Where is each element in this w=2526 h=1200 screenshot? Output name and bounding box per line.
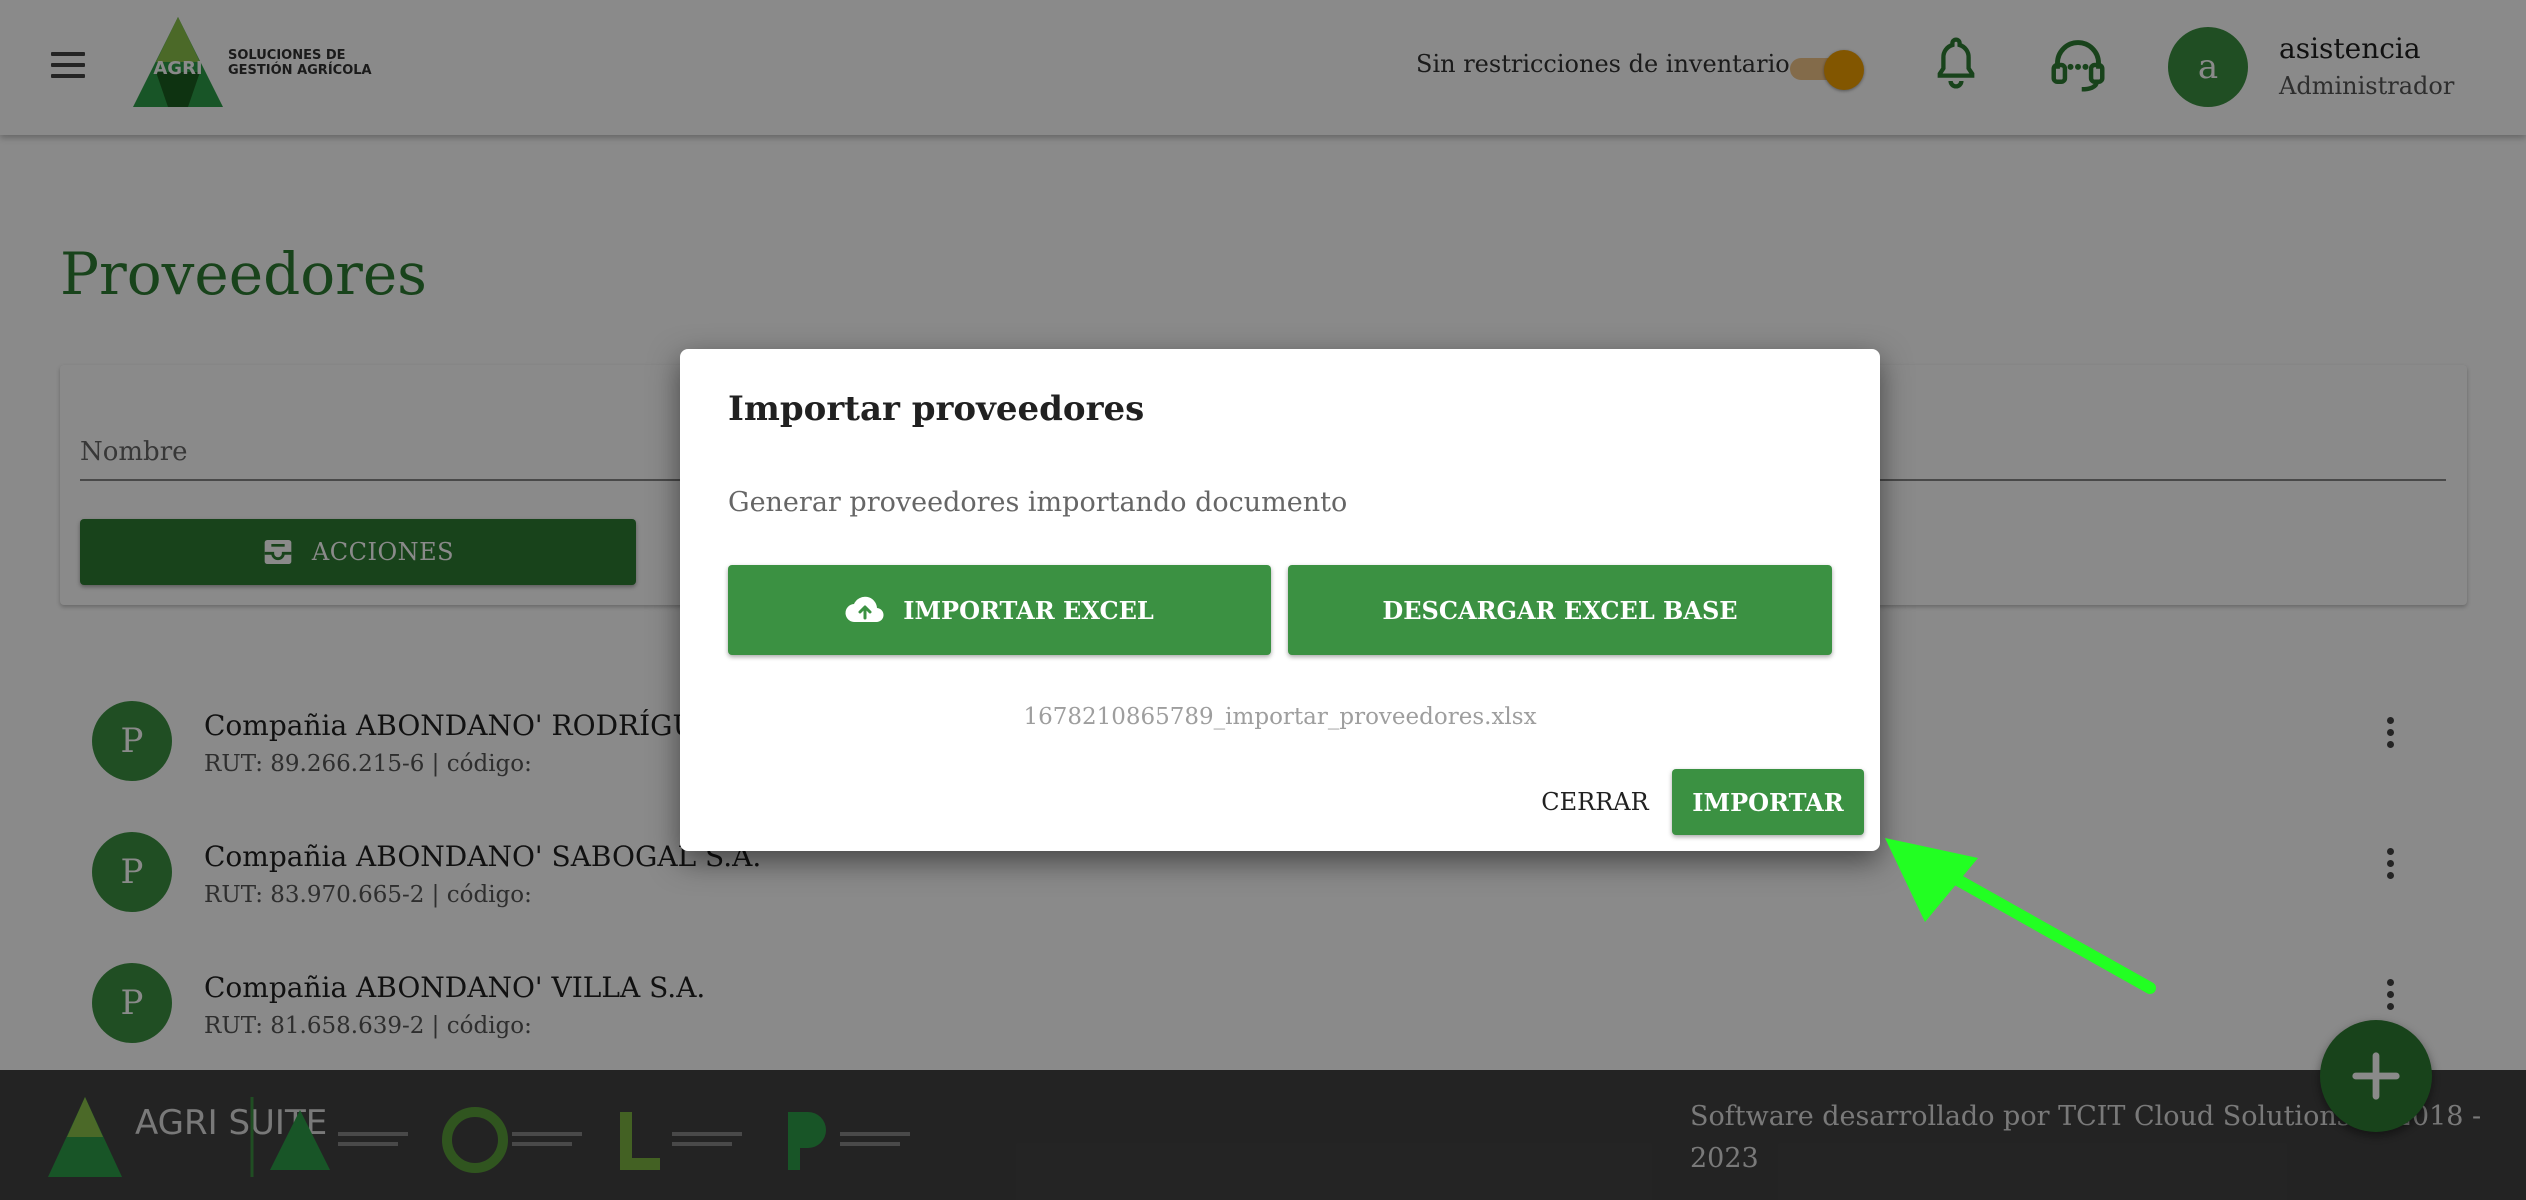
annotation-arrow-icon	[1885, 838, 2156, 994]
dialog-description: Generar proveedores importando documento	[728, 487, 1348, 518]
import-excel-button[interactable]: IMPORTAR EXCEL	[728, 565, 1271, 655]
selected-file-name: 1678210865789_importar_proveedores.xlsx	[1023, 704, 1537, 730]
dialog-title: Importar proveedores	[728, 389, 1145, 429]
cloud-upload-icon	[845, 596, 884, 623]
import-button[interactable]: IMPORTAR	[1672, 769, 1864, 835]
import-excel-label: IMPORTAR EXCEL	[903, 595, 1154, 625]
import-providers-dialog: Importar proveedores Generar proveedores…	[680, 349, 1880, 851]
download-base-excel-button[interactable]: DESCARGAR EXCEL BASE	[1288, 565, 1832, 655]
close-button[interactable]: CERRAR	[1530, 769, 1660, 835]
